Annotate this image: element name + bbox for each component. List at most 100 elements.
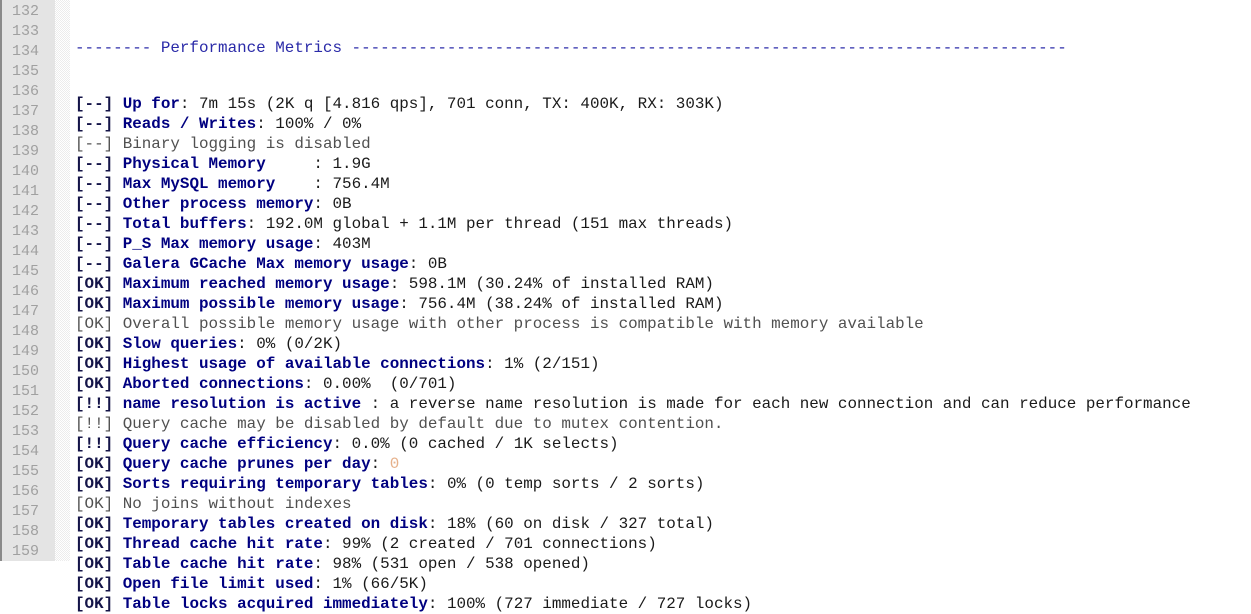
metric-label: Physical Memory xyxy=(122,155,314,173)
line-number: 132 xyxy=(12,3,40,20)
separator: : xyxy=(313,155,333,173)
metric-value: 100% (727 immediate / 727 locks) xyxy=(446,595,753,613)
separator: : xyxy=(322,535,343,553)
line-number: 153 xyxy=(12,423,40,440)
status-tag: [!!] xyxy=(75,435,114,453)
separator: : xyxy=(427,475,447,493)
separator: : xyxy=(370,395,390,413)
report-text: Overall possible memory usage with other… xyxy=(122,315,924,333)
line-number: 143 xyxy=(12,223,40,240)
metric-value: 0B xyxy=(332,195,352,213)
status-tag: [OK] xyxy=(75,595,114,613)
line-number: 155 xyxy=(12,463,40,480)
text-editor: 132 133 134 135 136 137 138 139 140 141 142 143 144 1… xyxy=(0,0,1251,613)
metric-label: Maximum reached memory usage xyxy=(122,275,390,293)
metric-value: 0% (0/2K) xyxy=(256,335,343,353)
status-tag: [OK] xyxy=(75,475,114,493)
metric-value: 0.00% (0/701) xyxy=(322,375,457,393)
metric-value: 0.0% (0 cached / 1K selects) xyxy=(351,435,619,453)
metric-value: 100% / 0% xyxy=(275,115,362,133)
report-line: [OK] Slow queries: 0% (0/2K) xyxy=(75,334,1251,354)
metric-label: Table cache hit rate xyxy=(122,555,314,573)
status-tag: [OK] xyxy=(75,495,114,513)
status-tag: [--] xyxy=(75,135,114,153)
report-line: [--] Total buffers: 192.0M global + 1.1M… xyxy=(75,214,1251,234)
line-number: 144 xyxy=(12,243,40,260)
report-line: [OK] Open file limit used: 1% (66/5K) xyxy=(75,574,1251,594)
status-tag: [!!] xyxy=(75,415,114,433)
status-tag: [--] xyxy=(75,155,114,173)
report-line: [OK] Overall possible memory usage with … xyxy=(75,314,1251,334)
status-tag: [OK] xyxy=(75,455,114,473)
status-tag: [OK] xyxy=(75,315,114,333)
separator: : xyxy=(427,595,447,613)
separator: : xyxy=(332,435,352,453)
line-number: 152 xyxy=(12,403,40,420)
metric-value: 0 xyxy=(389,455,400,473)
status-tag: [--] xyxy=(75,95,114,113)
report-line: [--] Reads / Writes: 100% / 0% xyxy=(75,114,1251,134)
status-tag: [--] xyxy=(75,175,114,193)
report-text: No joins without indexes xyxy=(122,495,352,513)
metric-label: name resolution is active xyxy=(122,395,371,413)
metric-value: 1.9G xyxy=(332,155,371,173)
report-line: [OK] Temporary tables created on disk: 1… xyxy=(75,514,1251,534)
line-number: 146 xyxy=(12,283,40,300)
line-number: 138 xyxy=(12,123,40,140)
status-tag: [OK] xyxy=(75,275,114,293)
metric-label: Table locks acquired immediately xyxy=(122,595,428,613)
line-number: 151 xyxy=(12,383,40,400)
metric-label: Galera GCache Max memory usage xyxy=(122,255,409,273)
separator: : xyxy=(408,255,428,273)
line-number: 135 xyxy=(12,63,40,80)
line-number: 136 xyxy=(12,83,40,100)
report-line: [!!] Query cache may be disabled by defa… xyxy=(75,414,1251,434)
report-line: [--] Binary logging is disabled xyxy=(75,134,1251,154)
status-tag: [--] xyxy=(75,195,114,213)
metric-label: Slow queries xyxy=(122,335,238,353)
code-area[interactable]: -------- Performance Metrics -----------… xyxy=(70,0,1251,613)
report-line: [!!] name resolution is active : a rever… xyxy=(75,394,1251,414)
report-line: [--] Other process memory: 0B xyxy=(75,194,1251,214)
status-tag: [OK] xyxy=(75,295,114,313)
metric-label: Temporary tables created on disk xyxy=(122,515,428,533)
line-number: 154 xyxy=(12,443,40,460)
metric-label: Sorts requiring temporary tables xyxy=(122,475,428,493)
metric-value: 18% (60 on disk / 327 total) xyxy=(446,515,714,533)
report-line: [OK] Highest usage of available connecti… xyxy=(75,354,1251,374)
line-number: 159 xyxy=(12,543,40,560)
report-line: [--] Galera GCache Max memory usage: 0B xyxy=(75,254,1251,274)
line-number-gutter: 132 133 134 135 136 137 138 139 140 141 142 143 144 1… xyxy=(2,0,55,561)
fold-margin[interactable] xyxy=(55,0,70,561)
metric-value: 1% (2/151) xyxy=(504,355,600,373)
metric-label: Other process memory xyxy=(122,195,314,213)
report-text: Binary logging is disabled xyxy=(122,135,371,153)
separator: : xyxy=(246,215,266,233)
metric-value: 1% (66/5K) xyxy=(332,575,428,593)
status-tag: [--] xyxy=(75,235,114,253)
report-line: [OK] Thread cache hit rate: 99% (2 creat… xyxy=(75,534,1251,554)
line-number: 139 xyxy=(12,143,40,160)
separator: : xyxy=(256,115,276,133)
separator: : xyxy=(313,235,333,253)
line-number: 147 xyxy=(12,303,40,320)
line-number: 142 xyxy=(12,203,40,220)
line-number: 140 xyxy=(12,163,40,180)
metric-value: 403M xyxy=(332,235,371,253)
metric-label: Open file limit used xyxy=(122,575,314,593)
line-number: 141 xyxy=(12,183,40,200)
report-line: [OK] Query cache prunes per day: 0 xyxy=(75,454,1251,474)
report-line: [OK] Table cache hit rate: 98% (531 open… xyxy=(75,554,1251,574)
separator: : xyxy=(313,555,333,573)
line-number: 133 xyxy=(12,23,40,40)
metric-label: Aborted connections xyxy=(122,375,304,393)
line-number: 145 xyxy=(12,263,40,280)
separator: : xyxy=(389,275,409,293)
metric-value: 756.4M (38.24% of installed RAM) xyxy=(418,295,724,313)
line-number: 157 xyxy=(12,503,40,520)
metric-label: Max MySQL memory xyxy=(122,175,314,193)
report-line: [OK] No joins without indexes xyxy=(75,494,1251,514)
separator: : xyxy=(313,195,333,213)
line-number: 156 xyxy=(12,483,40,500)
metric-label: Query cache efficiency xyxy=(122,435,333,453)
